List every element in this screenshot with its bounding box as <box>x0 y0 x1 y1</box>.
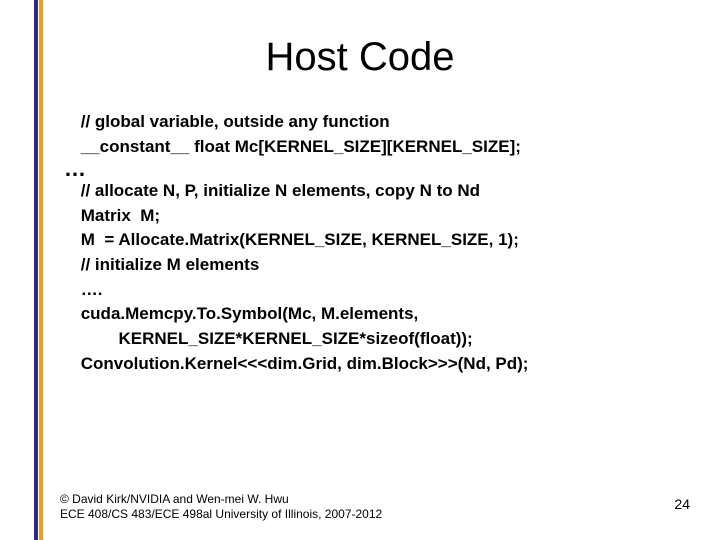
footer-credit: © David Kirk/NVIDIA and Wen-mei W. Hwu E… <box>60 492 382 522</box>
code-line: // global variable, outside any function <box>76 110 676 135</box>
code-line: …. <box>76 278 676 303</box>
code-line: // allocate N, P, initialize N elements,… <box>76 179 676 204</box>
code-line: M = Allocate.Matrix(KERNEL_SIZE, KERNEL_… <box>76 228 676 253</box>
code-line: cuda.Memcpy.To.Symbol(Mc, M.elements, <box>76 302 676 327</box>
code-line: Matrix M; <box>76 204 676 229</box>
slide-title: Host Code <box>0 35 720 80</box>
footer-line: ECE 408/CS 483/ECE 498al University of I… <box>60 507 382 522</box>
code-line: __constant__ float Mc[KERNEL_SIZE][KERNE… <box>76 135 676 160</box>
accent-bar <box>34 0 43 540</box>
accent-orange-stripe <box>39 0 43 540</box>
code-block: // global variable, outside any function… <box>76 110 676 376</box>
code-line: KERNEL_SIZE*KERNEL_SIZE*sizeof(float)); <box>76 327 676 352</box>
page-number: 24 <box>674 496 690 512</box>
code-line: Convolution.Kernel<<<dim.Grid, dim.Block… <box>76 352 676 377</box>
code-line: // initialize M elements <box>76 253 676 278</box>
code-line: … <box>64 159 676 179</box>
footer-line: © David Kirk/NVIDIA and Wen-mei W. Hwu <box>60 492 382 507</box>
